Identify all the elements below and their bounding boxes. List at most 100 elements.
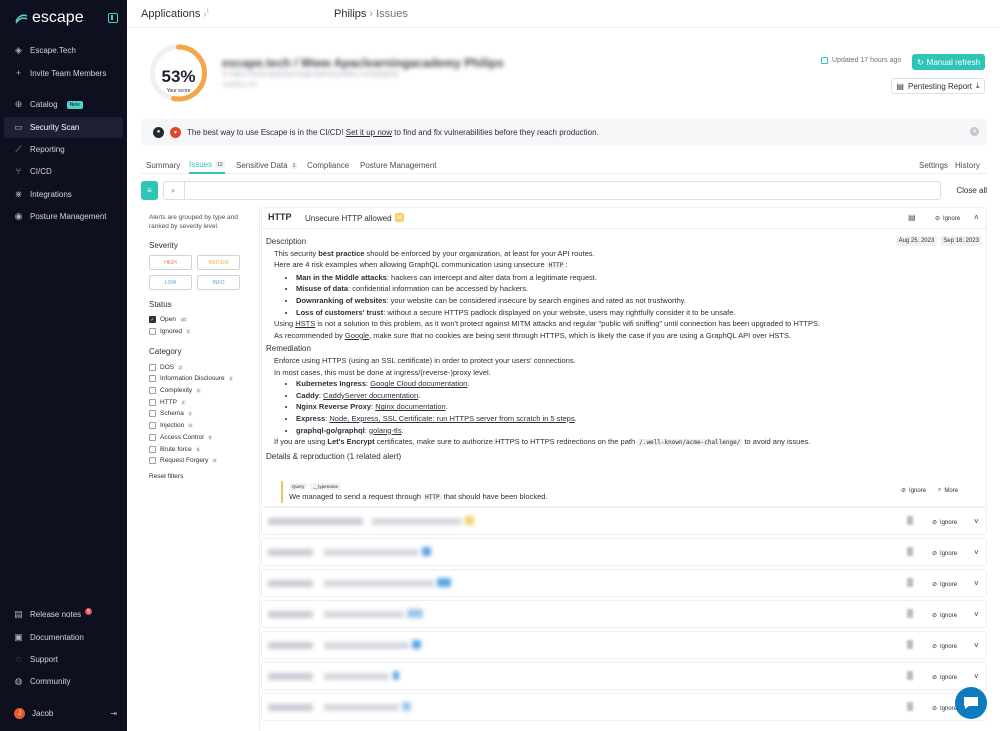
chevron-down-icon[interactable]: ˅	[974, 672, 979, 681]
eye-off-icon: ⊘	[932, 582, 938, 588]
chevron-down-icon[interactable]: ˅	[974, 641, 979, 650]
sidebar-item-label: Invite Team Members	[30, 69, 107, 78]
sidebar-item-community[interactable]: ◍ Community	[4, 671, 123, 692]
category-request-forgery-checkbox[interactable]: Request Forgery 0	[149, 455, 245, 467]
issue-row[interactable]: ⊘Ignore ˅	[261, 631, 987, 659]
close-all-button[interactable]: Close all	[947, 181, 987, 200]
logout-icon[interactable]: ⇥	[110, 709, 117, 718]
repro-ignore-button[interactable]: ⊘ Ignore	[901, 487, 926, 495]
severity-low-button[interactable]: LOW	[149, 275, 192, 290]
sidebar-item-invite[interactable]: + Invite Team Members	[4, 63, 123, 84]
remediation-heading: Remediation	[266, 344, 311, 354]
google-link[interactable]: Google	[345, 331, 369, 340]
doc-link[interactable]: Node, Express, SSL Certificate: run HTTP…	[329, 414, 574, 423]
category-complexity-checkbox[interactable]: Complexity 3	[149, 385, 245, 397]
category-brute-force-checkbox[interactable]: Brute force 0	[149, 443, 245, 455]
ignore-label: Ignore	[943, 215, 961, 222]
issue-row[interactable]: ⊘Ignore ˅	[261, 600, 987, 628]
manual-refresh-button[interactable]: ↻ Manual refresh	[912, 54, 985, 70]
row-ignore-button[interactable]: ⊘ Ignore	[932, 705, 957, 713]
chevron-down-icon[interactable]: ˅	[974, 517, 979, 526]
issue-row[interactable]: ⊘Ignore ˅	[261, 662, 987, 690]
sidebar-item-catalog[interactable]: ⊕ Catalog New	[4, 94, 123, 115]
row-ignore-button[interactable]: ⊘ Ignore	[932, 612, 957, 620]
sidebar-collapse-icon[interactable]	[108, 13, 118, 23]
category-schema-checkbox[interactable]: Schema 1	[149, 408, 245, 420]
sidebar-item-label: Escape.Tech	[30, 46, 76, 55]
sidebar-item-posture[interactable]: ◉ Posture Management	[4, 206, 123, 227]
status-ignored-checkbox[interactable]: Ignored 2	[149, 326, 245, 338]
user-menu[interactable]: J Jacob ⇥	[4, 703, 123, 724]
tab-issues[interactable]: Issues 12	[189, 157, 225, 174]
banner-setup-link[interactable]: Set it up now	[346, 128, 392, 137]
ignore-button[interactable]: ⊘ Ignore	[935, 215, 961, 223]
updated-status: Updated 17 hours ago	[821, 57, 901, 64]
category-dos-checkbox[interactable]: DOS 2	[149, 361, 245, 373]
sidebar-item-reporting[interactable]: ⟋ Reporting	[4, 139, 123, 160]
score-label: Your score	[166, 88, 191, 94]
sidebar-item-cicd[interactable]: ⑂ CI/CD	[4, 161, 123, 182]
chevron-up-icon[interactable]: ˄	[974, 213, 979, 222]
row-ignore-button[interactable]: ⊘ Ignore	[932, 643, 957, 651]
chevron-down-icon[interactable]: ˅	[974, 548, 979, 557]
breadcrumb-applications[interactable]: Applications ›1	[141, 8, 209, 20]
chat-widget-button[interactable]	[955, 687, 987, 719]
checkbox-icon	[149, 398, 156, 406]
tab-count: 12	[215, 161, 225, 168]
more-button[interactable]: ⌕ More	[938, 487, 958, 494]
sidebar-item-documentation[interactable]: ▣ Documentation	[4, 627, 123, 648]
sidebar-item-label: Integrations	[30, 190, 72, 199]
issue-row[interactable]: ⊘Ignore ˅	[261, 507, 987, 535]
severity-high-button[interactable]: HIGH	[149, 255, 192, 270]
filter-toggle-button[interactable]: ≡	[141, 181, 158, 200]
reset-filters-button[interactable]: Reset filters	[149, 473, 245, 480]
pentesting-report-button[interactable]: ▤ Pentesting Report ⤓	[891, 78, 985, 94]
sidebar-item-release-notes[interactable]: ▤ Release notes 5	[4, 604, 123, 625]
issue-row[interactable]: ⊘Ignore ˅	[261, 538, 987, 566]
escape-logo[interactable]: escape	[15, 9, 84, 27]
row-ignore-button[interactable]: ⊘ Ignore	[932, 581, 957, 589]
category-info-disclosure-checkbox[interactable]: Information Disclosure 2	[149, 373, 245, 385]
row-ignore-button[interactable]: ⊘ Ignore	[932, 519, 957, 527]
doc-link[interactable]: golang-tls	[369, 426, 402, 435]
tab-label: Compliance	[307, 161, 350, 170]
category-http-checkbox[interactable]: HTTP 2	[149, 396, 245, 408]
severity-info-button[interactable]: INFO	[197, 275, 240, 290]
text: We managed to send a request through	[289, 492, 424, 501]
category-injection-checkbox[interactable]: Injection 0	[149, 420, 245, 432]
tab-summary[interactable]: Summary	[146, 157, 180, 174]
doc-link[interactable]: Nginx documentation	[375, 402, 445, 411]
issue-row[interactable]: ⊘Ignore ˅	[261, 569, 987, 597]
issue-row[interactable]: ⊘Ignore˅	[261, 693, 987, 721]
details-heading: Details & reproduction (1 related alert)	[266, 451, 402, 461]
breadcrumb-project[interactable]: Philips	[334, 8, 366, 20]
chevron-down-icon[interactable]: ˅	[974, 579, 979, 588]
sidebar-item-support[interactable]: ◌ Support	[4, 649, 123, 670]
code: HTTP	[546, 262, 566, 270]
chevron-down-icon[interactable]: ˅	[974, 610, 979, 619]
row-ignore-button[interactable]: ⊘ Ignore	[932, 550, 957, 558]
tab-settings[interactable]: Settings	[919, 157, 948, 174]
doc-link[interactable]: Google Cloud documentation	[370, 379, 467, 388]
checkbox-label: Brute force	[160, 445, 192, 453]
sidebar-item-security-scan[interactable]: ▭ Security Scan	[4, 117, 123, 138]
close-icon[interactable]: ✕	[970, 127, 979, 136]
tab-sensitive-data[interactable]: Sensitive Data 1	[236, 157, 298, 174]
status-open-checkbox[interactable]: ✓ Open 10	[149, 314, 245, 326]
sidebar-item-escape-tech[interactable]: ◈ Escape.Tech	[4, 40, 123, 61]
clipboard-icon[interactable]: ▤	[908, 213, 916, 222]
list-item: Man in the Middle attacks: hackers can i…	[296, 272, 982, 284]
tab-posture-management[interactable]: Posture Management	[360, 157, 437, 174]
hsts-link[interactable]: HSTS	[295, 319, 315, 328]
tab-compliance[interactable]: Compliance	[307, 157, 349, 174]
sidebar-item-integrations[interactable]: ⋇ Integrations	[4, 184, 123, 205]
search-input[interactable]: ⌕	[163, 181, 941, 200]
tab-history[interactable]: History	[955, 157, 980, 174]
row-ignore-button[interactable]: ⊘ Ignore	[932, 674, 957, 682]
category-access-control-checkbox[interactable]: Access Control 0	[149, 432, 245, 444]
issue-header[interactable]: HTTP Unsecure HTTP allowed M ▤ ⊘ Ignore ˄	[262, 208, 986, 229]
list-item: graphql-go/graphql: golang-tls.	[296, 425, 982, 437]
severity-medium-button[interactable]: MEDIUM	[197, 255, 240, 270]
clipboard-icon	[907, 578, 913, 587]
doc-link[interactable]: CaddyServer documentation	[323, 391, 418, 400]
